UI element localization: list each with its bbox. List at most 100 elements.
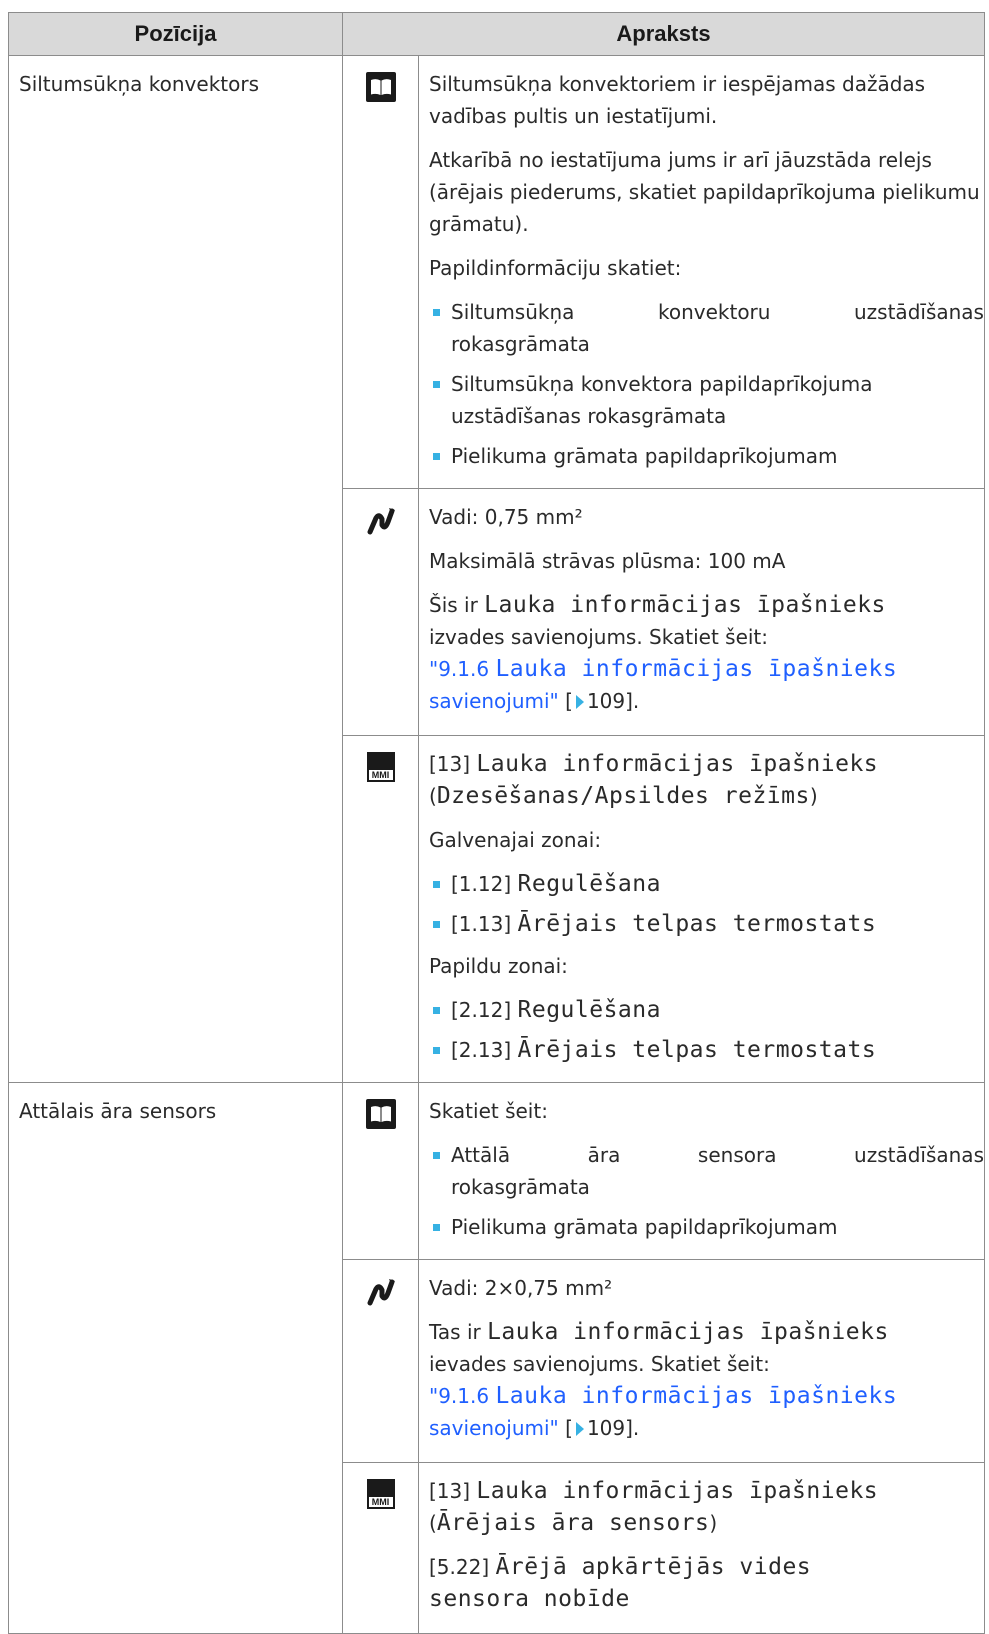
text-segment: Šis ir <box>429 593 478 617</box>
menu-name: Lauka informācijas īpašnieks <box>476 751 879 777</box>
paragraph: Tas ir Lauka informācijas īpašnieks ieva… <box>429 1316 984 1444</box>
field-name: Lauka informācijas īpašnieks <box>484 592 886 618</box>
document-page: Pozīcija Apraksts Siltumsūkņa konvektors… <box>0 0 989 1634</box>
ref-open: [ <box>565 1416 573 1440</box>
link-number: "9.1.6 <box>429 1384 490 1408</box>
list-item: Pielikuma grāmata papildaprīkojumam <box>429 1211 984 1243</box>
paragraph: Papildu zonai: <box>429 954 568 978</box>
paragraph: Papildinformāciju skatiet: <box>429 256 682 280</box>
text-segment: ) <box>709 1511 718 1535</box>
link-text: savienojumi" <box>429 1416 559 1440</box>
position-cell: Siltumsūkņa konvektors <box>8 55 343 1083</box>
link-number: "9.1.6 <box>429 657 490 681</box>
table-row: Attālais āra sensors Skatiet šeit: Attāl… <box>8 1082 985 1634</box>
icon-cell <box>342 1259 419 1463</box>
wiring-description: Vadi: 2×0,75 mm² Tas ir Lauka informācij… <box>418 1259 985 1463</box>
text-segment: Siltumsūkņa <box>451 300 575 324</box>
manual-description: Siltumsūkņa konvektoriem ir iespējamas d… <box>418 55 985 489</box>
page-reference[interactable]: 109]. <box>587 1416 639 1440</box>
list-item: [2.12] Regulēšana <box>429 994 984 1026</box>
mmi-display-icon: MMI <box>366 752 395 782</box>
mmi-description: [13] Lauka informācijas īpašnieks (Ārēja… <box>418 1462 985 1634</box>
menu-code: [5.22] <box>429 1555 490 1579</box>
list-item: [2.13] Ārējais telpas termostats <box>429 1034 984 1066</box>
text-segment: ( <box>429 1511 437 1535</box>
paragraph: Šis ir Lauka informācijas īpašnieks izva… <box>429 589 984 717</box>
text-segment: rokasgrāmata <box>451 332 590 356</box>
text-segment: sensora <box>697 1143 777 1167</box>
menu-name: Dzesēšanas/Apsildes režīms <box>436 783 810 809</box>
paragraph: Atkarībā no iestatījuma jums ir arī jāuz… <box>429 148 980 236</box>
text-segment: Attālā <box>451 1143 511 1167</box>
field-name: Lauka informācijas īpašnieks <box>487 1319 889 1345</box>
accessories-table: Pozīcija Apraksts Siltumsūkņa konvektors… <box>8 12 985 1634</box>
list-item: [1.13] Ārējais telpas termostats <box>429 908 984 940</box>
manual-book-icon <box>365 72 396 102</box>
menu-code: [2.13] <box>451 1038 512 1062</box>
paragraph: Siltumsūkņa konvektoriem ir iespējamas d… <box>429 72 926 128</box>
menu-name: Ārējais āra sensors <box>436 1510 710 1536</box>
menu-name: Regulēšana <box>517 997 661 1023</box>
header-position: Pozīcija <box>8 12 343 56</box>
table-row: Siltumsūkņa konvektors Siltumsūkņa konve… <box>8 55 985 1083</box>
link-field-name: Lauka informācijas īpašnieks <box>495 656 898 682</box>
section-link[interactable]: "9.1.6 Lauka informācijas īpašnieks savie… <box>429 1383 898 1440</box>
icon-cell: MMI <box>342 1462 419 1634</box>
setting-list: [1.12] Regulēšana [1.13] Ārējais telpas … <box>429 868 984 940</box>
menu-code: [2.12] <box>451 998 512 1022</box>
mmi-label: MMI <box>368 770 393 780</box>
paragraph: [13] Lauka informācijas īpašnieks (Ārēja… <box>429 1475 984 1539</box>
paragraph: Maksimālā strāvas plūsma: 100 mA <box>429 549 786 573</box>
menu-name: Ārējais telpas termostats <box>517 1037 877 1063</box>
text-segment: uzstādīšanas rokasgrāmata <box>451 404 727 428</box>
text-segment: rokasgrāmata <box>451 1175 590 1199</box>
text-segment: ievades savienojums. Skatiet šeit: <box>429 1352 770 1376</box>
arrow-right-icon <box>575 695 584 709</box>
paragraph: Galvenajai zonai: <box>429 828 602 852</box>
menu-code: [1.12] <box>451 872 512 896</box>
list-item: [1.12] Regulēšana <box>429 868 984 900</box>
mmi-display-icon: MMI <box>366 1479 395 1509</box>
menu-name: sensora nobīde <box>429 1586 630 1612</box>
menu-name: Ārējā apkārtējās vides <box>495 1554 812 1580</box>
list-item: Pielikuma grāmata papildaprīkojumam <box>429 440 984 472</box>
manual-book-icon <box>365 1099 396 1129</box>
manual-description: Skatiet šeit: Attālā āra sensora uzstādī… <box>418 1082 985 1260</box>
arrow-right-icon <box>575 1422 584 1436</box>
page-reference[interactable]: 109]. <box>587 689 639 713</box>
wiring-description: Vadi: 0,75 mm² Maksimālā strāvas plūsma:… <box>418 488 985 736</box>
text-segment: uzstādīšanas <box>854 300 984 324</box>
icon-cell <box>342 488 419 736</box>
link-text: savienojumi" <box>429 689 559 713</box>
paragraph: [13] Lauka informācijas īpašnieks (Dzesē… <box>429 748 984 812</box>
header-description: Apraksts <box>342 12 985 56</box>
wiring-icon <box>365 505 396 535</box>
icon-cell <box>342 55 419 489</box>
menu-code: [1.13] <box>451 912 512 936</box>
list-item: Attālā āra sensora uzstādīšanas rokasgrā… <box>429 1139 984 1203</box>
ref-open: [ <box>565 689 573 713</box>
reference-list: Attālā āra sensora uzstādīšanas rokasgrā… <box>429 1139 984 1243</box>
text-segment: ) <box>809 784 818 808</box>
menu-name: Ārējais telpas termostats <box>517 911 877 937</box>
paragraph: Vadi: 2×0,75 mm² <box>429 1276 613 1300</box>
list-item: Siltumsūkņa konvektora papildaprīkojuma … <box>429 368 984 432</box>
list-item: Siltumsūkņa konvektoru uzstādīšanas roka… <box>429 296 984 360</box>
menu-code: [13] <box>429 752 471 776</box>
paragraph: Vadi: 0,75 mm² <box>429 505 583 529</box>
link-field-name: Lauka informācijas īpašnieks <box>495 1383 898 1409</box>
table-header-row: Pozīcija Apraksts <box>8 12 985 56</box>
text-segment: āra <box>587 1143 621 1167</box>
setting-list: [2.12] Regulēšana [2.13] Ārējais telpas … <box>429 994 984 1066</box>
text-segment: Siltumsūkņa konvektora papildaprīkojuma <box>451 372 873 396</box>
paragraph: Skatiet šeit: <box>429 1099 548 1123</box>
mmi-label: MMI <box>368 1497 393 1507</box>
reference-list: Siltumsūkņa konvektoru uzstādīšanas roka… <box>429 296 984 472</box>
text-segment: ( <box>429 784 437 808</box>
section-link[interactable]: "9.1.6 Lauka informācijas īpašnieks savie… <box>429 656 898 713</box>
mmi-description: [13] Lauka informācijas īpašnieks (Dzesē… <box>418 735 985 1083</box>
text-segment: Tas ir <box>429 1320 481 1344</box>
icon-cell <box>342 1082 419 1260</box>
icon-cell: MMI <box>342 735 419 1083</box>
position-cell: Attālais āra sensors <box>8 1082 343 1634</box>
